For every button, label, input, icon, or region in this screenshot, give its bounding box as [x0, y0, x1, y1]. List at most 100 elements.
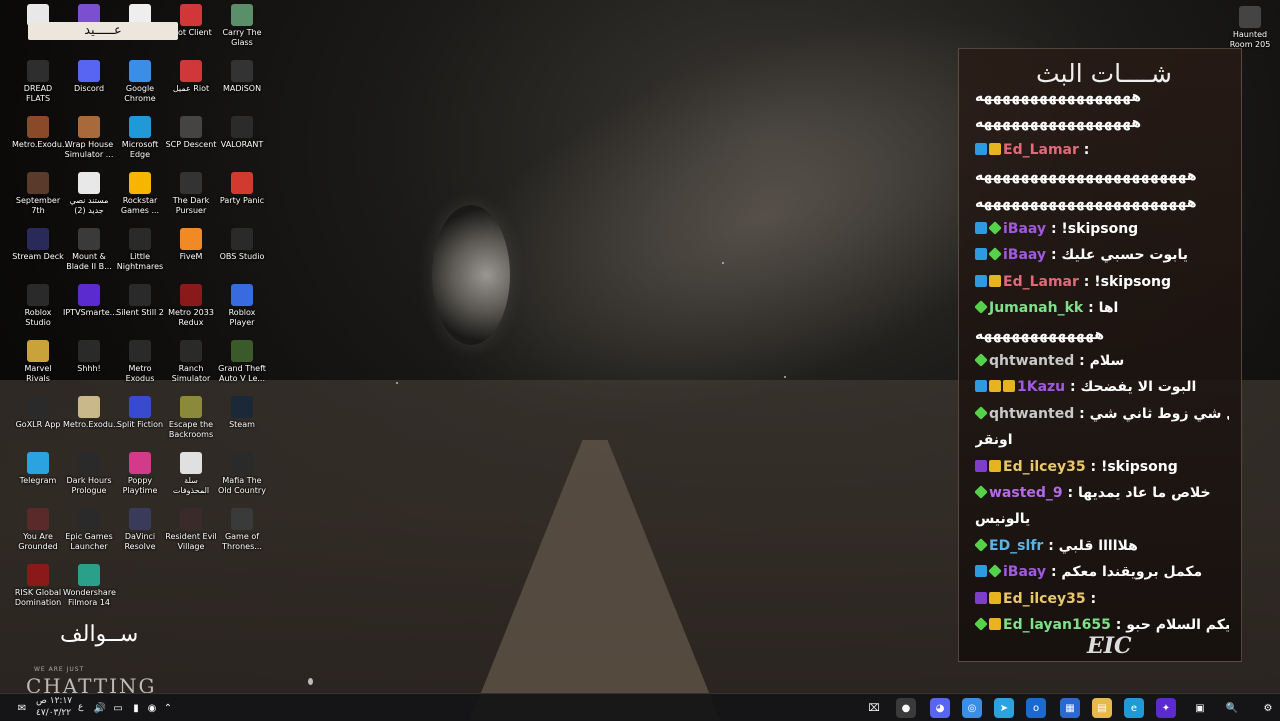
store-icon[interactable]: ▦ [1060, 698, 1080, 718]
chat-badge-icon [989, 274, 1001, 287]
desktop-icon[interactable]: Carry The Glass [216, 4, 268, 48]
desktop-icon[interactable]: Wrap House Simulator ... [63, 116, 115, 160]
app-icon [27, 284, 49, 306]
desktop-icon[interactable]: VALORANT [216, 116, 268, 150]
desktop-icon[interactable]: Steam [216, 396, 268, 430]
desktop-icon[interactable]: Dark Hours Prologue [63, 452, 115, 496]
edge-icon[interactable]: e [1124, 698, 1144, 718]
desktop-icon[interactable]: OBS Studio [216, 228, 268, 262]
chevron-up-icon[interactable]: ⌃ [158, 698, 178, 718]
chat-text: : مكمل برويقندا معكم [1050, 564, 1203, 581]
desktop-icon-label: Metro.Exodu... [63, 420, 121, 429]
desktop-icon[interactable]: Roblox Player [216, 284, 268, 328]
desktop-icon[interactable]: Poppy Playtime [114, 452, 166, 496]
desktop-icon[interactable]: IPTVSmarte... [63, 284, 117, 318]
desktop-icon[interactable]: The Dark Pursuer [165, 172, 217, 216]
desktop-icon[interactable]: Split Fiction [114, 396, 166, 430]
obs-icon[interactable]: ● [896, 698, 916, 718]
desktop-icon[interactable]: Shhh! [63, 340, 115, 374]
desktop-icon[interactable]: Resident Evil Village [165, 508, 217, 552]
desktop-icon[interactable]: Discord [63, 60, 115, 94]
desktop-icon[interactable]: Grand Theft Auto V Le... [216, 340, 268, 384]
desktop-icon[interactable]: Game of Thrones... [216, 508, 268, 552]
clock-time[interactable]: ١٢:١٧ ص [36, 696, 72, 706]
chat-text: : اول شي زوط ثاني شي [1079, 405, 1229, 422]
settings-icon[interactable]: ⚙ [1258, 698, 1278, 718]
language-indicator[interactable]: ع [78, 702, 83, 712]
desktop-icon-label: سلة المحذوفات [172, 476, 210, 495]
chat-username: Ed_layan1655 [1003, 617, 1111, 633]
desktop-icon[interactable]: DREAD FLATS [12, 60, 64, 104]
app-icon [78, 452, 100, 474]
desktop-icon[interactable]: عميل Riot [165, 60, 217, 94]
desktop-icon[interactable]: Haunted Room 205 [1224, 6, 1276, 50]
desktop-icon[interactable]: DaVinci Resolve [114, 508, 166, 552]
desktop-icon[interactable]: Wondershare Filmora 14 [63, 564, 116, 608]
desktop-icon[interactable]: سلة المحذوفات [165, 452, 217, 496]
desktop-icon[interactable]: Metro.Exodu... [12, 116, 70, 150]
desktop-icon[interactable]: مستند نصي جديد (2) [63, 172, 115, 216]
telegram-icon[interactable]: ➤ [994, 698, 1014, 718]
chat-message: هههههههههههههههههههههههه [975, 195, 1229, 211]
copilot-icon[interactable]: ✦ [1156, 698, 1176, 718]
chat-badge-icon [975, 591, 987, 604]
desktop-icon[interactable]: Mount & Blade II B... [63, 228, 115, 272]
desktop-icon[interactable]: Mafia The Old Country [216, 452, 268, 496]
volume-icon[interactable]: 🔊 [90, 698, 110, 718]
desktop-icon-label: Wondershare Filmora 14 [63, 588, 116, 607]
app-icon [27, 172, 49, 194]
chat-badge-icon [988, 221, 1002, 235]
network-icon[interactable]: ▭ [108, 698, 128, 718]
desktop-icon-label: Dark Hours Prologue [66, 476, 112, 495]
desktop-icon[interactable]: Party Panic [216, 172, 268, 206]
desktop-icon[interactable]: Telegram [12, 452, 64, 486]
discord-icon[interactable]: ◕ [930, 698, 950, 718]
desktop-icon[interactable]: September 7th [12, 172, 64, 216]
chat-text: اونقر [975, 432, 1013, 449]
app-icon [180, 340, 202, 362]
desktop-icon[interactable]: Google Chrome [114, 60, 166, 104]
notification-icon[interactable]: ✉ [12, 698, 32, 718]
task-view-icon[interactable]: ▣ [1190, 698, 1210, 718]
desktop-icon[interactable]: FiveM [165, 228, 217, 262]
app-icon [27, 508, 49, 530]
app-icon [27, 396, 49, 418]
search-icon[interactable]: 🔍 [1222, 698, 1242, 718]
desktop-icon[interactable]: Roblox Studio [12, 284, 64, 328]
desktop-icon-label: عميل Riot [172, 84, 210, 93]
desktop-icon[interactable]: Marvel Rivals [12, 340, 64, 384]
desktop-icon[interactable]: Little Nightmares [114, 228, 166, 272]
goxlr-icon[interactable]: ⌧ [864, 698, 884, 718]
chat-message: 1Kazu : البوت الا يفضحك [975, 379, 1229, 395]
desktop-icon[interactable]: Metro.Exodu... [63, 396, 121, 430]
desktop-icon[interactable]: Metro Exodus [114, 340, 166, 384]
clock-date[interactable]: ٤٧/٠٣/٢٢ [36, 708, 71, 718]
desktop-icon[interactable]: Silent Still 2 [114, 284, 166, 318]
desktop-icon[interactable]: SCP Descent [165, 116, 217, 150]
file-explorer-icon[interactable]: ▤ [1092, 698, 1112, 718]
chat-text: : يابوت حسبي عليك [1050, 247, 1189, 264]
chat-badge-icon [975, 142, 987, 155]
desktop-icon[interactable]: You Are Grounded [12, 508, 64, 552]
desktop-icon[interactable]: RISK Global Domination [12, 564, 64, 608]
desktop-icon[interactable]: Ranch Simulator [165, 340, 217, 384]
desktop-icon-label: Escape the Backrooms [168, 420, 214, 439]
chat-username: iBaay [1003, 247, 1047, 264]
desktop-icon[interactable]: GoXLR App [12, 396, 64, 430]
chat-message: Ed_ilcey35 : [975, 591, 1229, 607]
chat-message: اونقر [975, 432, 1229, 448]
desktop-icon[interactable]: Stream Deck [12, 228, 64, 262]
chrome-icon[interactable]: ◎ [962, 698, 982, 718]
desktop-icon-label: Discord [73, 84, 105, 93]
desktop-icon[interactable]: Rockstar Games ... [114, 172, 166, 216]
app-icon [129, 340, 151, 362]
desktop-icon[interactable]: MADiSON [216, 60, 268, 94]
desktop-icon[interactable]: Metro 2033 Redux [165, 284, 217, 328]
stream-overlay-chatting: ســوالف WE ARE JUST CHATTING [20, 618, 180, 698]
outlook-icon[interactable]: o [1026, 698, 1046, 718]
desktop-icon[interactable]: Escape the Backrooms [165, 396, 217, 440]
desktop-icon[interactable]: Microsoft Edge [114, 116, 166, 160]
app-icon [129, 284, 151, 306]
desktop-icon[interactable]: Epic Games Launcher [63, 508, 115, 552]
chat-username: Ed_ilcey35 [1003, 458, 1086, 475]
